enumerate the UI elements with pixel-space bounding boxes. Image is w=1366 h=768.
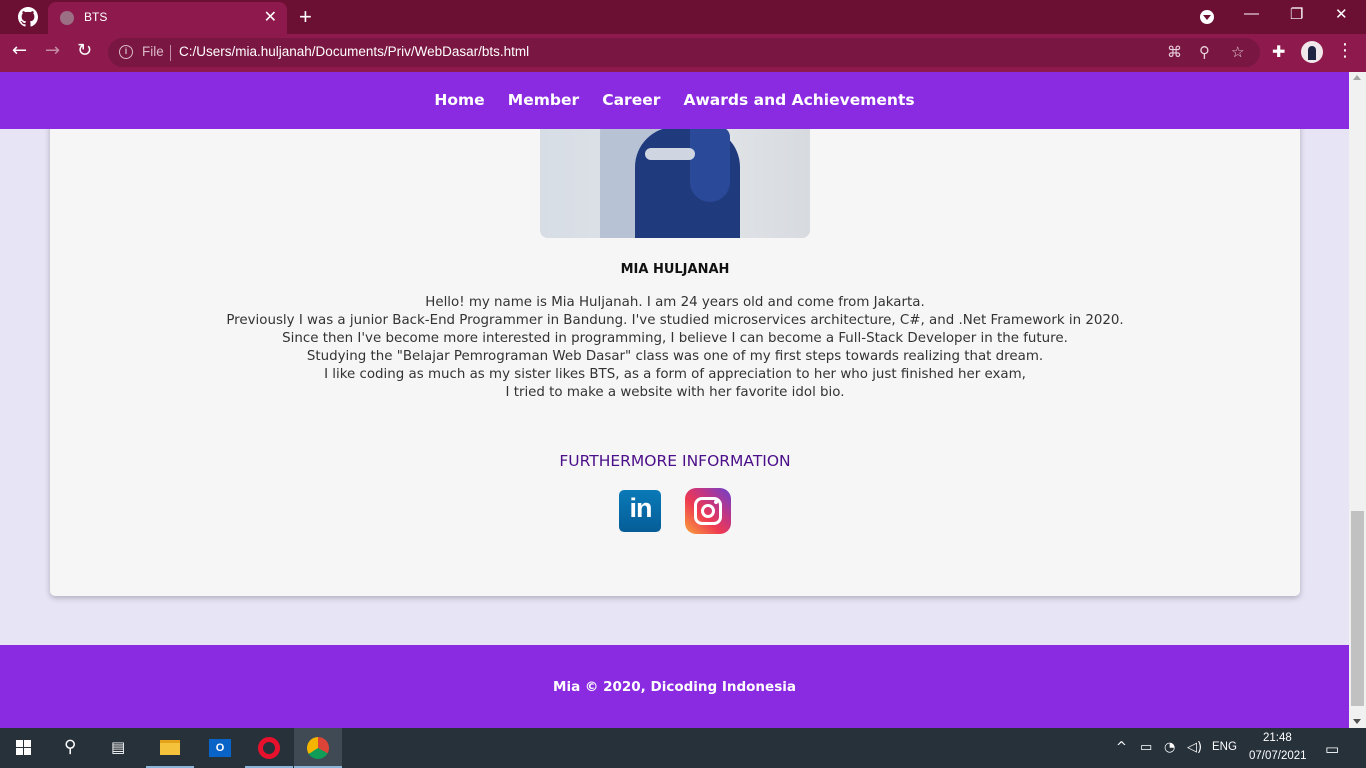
site-footer: Mia © 2020, Dicoding Indonesia (0, 645, 1349, 728)
bio-line: Since then I've become more interested i… (282, 331, 1068, 346)
file-label: File (142, 44, 164, 59)
url-text[interactable]: C:/Users/mia.huljanah/Documents/Priv/Web… (179, 44, 529, 59)
wifi-icon[interactable]: ◔ (1164, 740, 1175, 755)
close-tab-icon[interactable]: ✕ (264, 7, 277, 26)
notifications-icon[interactable]: ▭ (1325, 740, 1339, 758)
opera-button[interactable] (245, 728, 293, 768)
page-viewport: Home Member Career Awards and Achievemen… (0, 72, 1349, 728)
zoom-icon[interactable]: ⚲ (1199, 43, 1210, 61)
nav-member[interactable]: Member (508, 91, 579, 109)
profile-bio: Hello! my name is Mia Huljanah. I am 24 … (50, 294, 1300, 402)
linkedin-link[interactable]: in (619, 490, 662, 532)
extensions-icon[interactable]: ✚ (1272, 42, 1285, 61)
chrome-icon (307, 737, 329, 759)
clock-date[interactable]: 07/07/2021 (1249, 750, 1307, 762)
nav-awards[interactable]: Awards and Achievements (683, 91, 914, 109)
new-tab-button[interactable]: + (299, 4, 312, 30)
start-button[interactable] (0, 728, 48, 768)
profile-avatar[interactable] (1301, 41, 1323, 63)
language-indicator[interactable]: ENG (1212, 741, 1237, 753)
bio-line: I like coding as much as my sister likes… (324, 367, 1026, 382)
tab-title: BTS (84, 10, 108, 24)
show-hidden-icons-icon[interactable]: ^ (1116, 740, 1127, 755)
tab-search-icon[interactable] (1200, 10, 1214, 24)
bio-line: Hello! my name is Mia Huljanah. I am 24 … (425, 295, 925, 310)
info-icon[interactable]: i (119, 45, 133, 59)
outlook-button[interactable]: O (196, 728, 244, 768)
bookmark-star-icon[interactable]: ☆ (1231, 43, 1244, 61)
nav-home[interactable]: Home (434, 91, 484, 109)
bio-line: Previously I was a junior Back-End Progr… (226, 313, 1124, 328)
instagram-link[interactable] (684, 488, 731, 534)
task-view-button[interactable]: ▤ (96, 728, 144, 768)
task-view-icon: ▤ (111, 738, 126, 756)
restore-button[interactable]: ❐ (1290, 5, 1303, 23)
footer-text: Mia © 2020, Dicoding Indonesia (553, 679, 796, 695)
browser-toolbar: ← → ↻ i File C:/Users/mia.huljanah/Docum… (0, 34, 1366, 72)
furthermore-heading: FURTHERMORE INFORMATION (559, 452, 791, 470)
scroll-down-arrow[interactable] (1353, 719, 1361, 724)
opera-icon (258, 737, 280, 759)
site-navbar: Home Member Career Awards and Achievemen… (0, 72, 1349, 129)
scroll-up-arrow[interactable] (1353, 75, 1361, 80)
social-links: in (50, 488, 1300, 534)
profile-card: MIA HULJANAH Hello! my name is Mia Hulja… (50, 72, 1300, 596)
nav-career[interactable]: Career (602, 91, 660, 109)
browser-tab-bar: BTS ✕ + — ❐ ✕ (0, 0, 1366, 34)
chrome-button[interactable] (294, 728, 342, 768)
search-button[interactable]: ⚲ (48, 728, 96, 768)
address-divider (170, 45, 171, 61)
translate-icon[interactable]: ⌘ (1167, 43, 1182, 61)
scroll-thumb[interactable] (1351, 511, 1364, 706)
profile-name: MIA HULJANAH (620, 262, 730, 277)
windows-icon (16, 740, 32, 756)
github-icon[interactable] (18, 7, 38, 27)
bio-line: Studying the "Belajar Pemrograman Web Da… (306, 349, 1044, 364)
close-window-button[interactable]: ✕ (1335, 5, 1348, 23)
browser-menu-icon[interactable]: ⋮ (1336, 40, 1354, 61)
linkedin-icon: in (619, 490, 662, 532)
windows-taskbar: ⚲ ▤ O ^ ▭ ◔ ◁) ENG 21:48 07/07/2021 ▭ (0, 728, 1366, 768)
browser-tab[interactable]: BTS ✕ (48, 2, 287, 34)
search-icon: ⚲ (64, 737, 77, 757)
bio-line: I tried to make a website with her favor… (505, 385, 845, 400)
outlook-icon: O (209, 739, 231, 757)
minimize-button[interactable]: — (1244, 5, 1259, 22)
reload-button[interactable]: ↻ (77, 40, 92, 61)
battery-icon[interactable]: ▭ (1140, 740, 1152, 755)
page-scrollbar[interactable] (1349, 72, 1366, 728)
file-explorer-button[interactable] (146, 728, 194, 768)
volume-icon[interactable]: ◁) (1187, 740, 1202, 755)
clock-time[interactable]: 21:48 (1263, 732, 1292, 744)
forward-button[interactable]: → (45, 40, 60, 61)
instagram-icon (684, 488, 731, 534)
globe-icon (60, 11, 74, 25)
folder-icon (160, 740, 180, 755)
address-bar[interactable]: i File C:/Users/mia.huljanah/Documents/P… (108, 38, 1260, 67)
back-button[interactable]: ← (12, 40, 27, 61)
